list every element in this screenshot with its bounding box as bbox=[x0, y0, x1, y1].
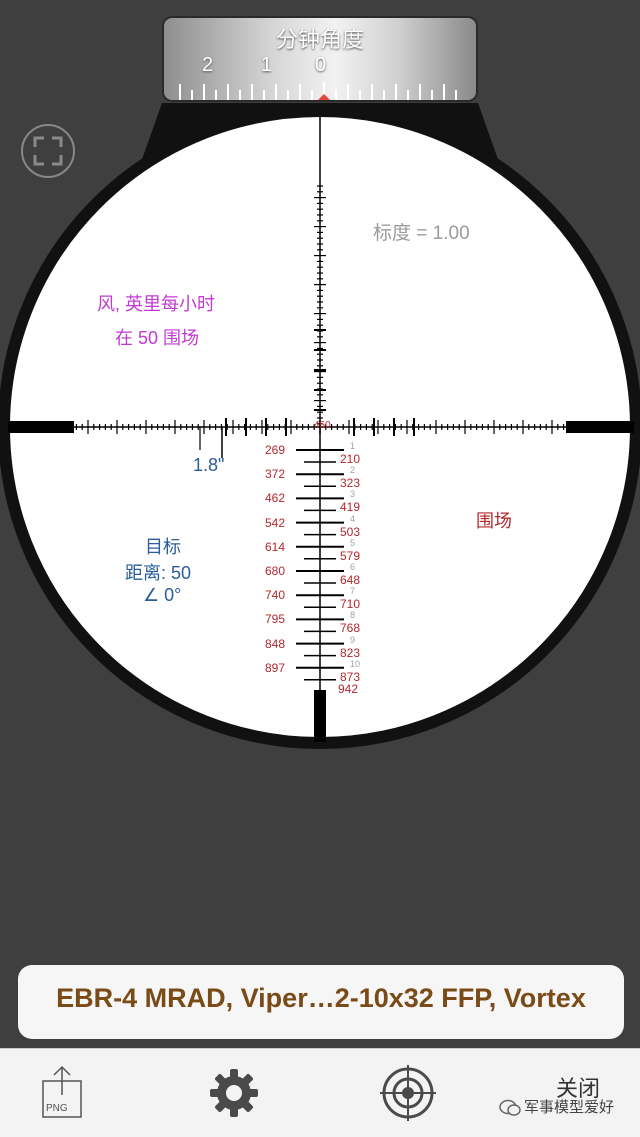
gear-icon bbox=[210, 1069, 258, 1117]
distance-label: 距离: 50 bbox=[125, 563, 192, 583]
target-label: 目标 bbox=[145, 537, 181, 557]
mil-mark-label: 8 bbox=[350, 610, 356, 621]
mil-mark-label: 3 bbox=[350, 489, 356, 500]
range-bottom-label: 942 bbox=[338, 682, 359, 696]
mil-mark-label: 10 bbox=[350, 658, 361, 669]
mil-mark-label: 6 bbox=[350, 562, 356, 572]
mil-mark-label: 5 bbox=[350, 537, 356, 548]
range-right-label: 823 bbox=[340, 645, 361, 660]
mil-mark-label: 4 bbox=[350, 513, 356, 524]
range-left-label: 542 bbox=[265, 515, 286, 530]
range-unit-label: 围场 bbox=[476, 511, 512, 531]
angle-label: ∠ 0° bbox=[143, 585, 182, 605]
holdover-label: 1.8" bbox=[193, 455, 225, 475]
range-left-label: 740 bbox=[265, 588, 286, 603]
range-right-label: 710 bbox=[340, 597, 361, 612]
range-top-label: 450 bbox=[314, 420, 331, 431]
range-left-label: 462 bbox=[265, 491, 286, 506]
mil-mark-label: 2 bbox=[350, 465, 356, 476]
wechat-icon bbox=[499, 1099, 521, 1117]
wind-label: 风, 英里每小时 bbox=[97, 294, 216, 314]
range-right-label: 503 bbox=[340, 524, 361, 539]
range-right-label: 323 bbox=[340, 476, 361, 491]
reticle-button[interactable] bbox=[380, 1065, 436, 1121]
range-right-label: 768 bbox=[340, 621, 361, 636]
range-left-label: 680 bbox=[265, 564, 286, 578]
range-left-label: 848 bbox=[265, 636, 286, 651]
range-right-label: 579 bbox=[340, 548, 361, 563]
export-png-button[interactable]: PNG bbox=[40, 1065, 84, 1119]
range-left-label: 372 bbox=[265, 467, 286, 482]
range-right-label: 873 bbox=[340, 669, 361, 684]
scope-model-name: EBR-4 MRAD, Viper…2-10x32 FFP, Vortex bbox=[56, 983, 586, 1013]
mil-mark-label: 1 bbox=[350, 441, 356, 451]
range-left-label: 614 bbox=[265, 539, 286, 554]
export-png-label: PNG bbox=[46, 1103, 68, 1114]
bottom-toolbar: PNG 关闭 bbox=[0, 1048, 640, 1137]
mil-mark-label: 9 bbox=[350, 634, 356, 645]
range-left-label: 795 bbox=[265, 612, 286, 627]
settings-button[interactable] bbox=[208, 1067, 260, 1119]
mil-mark-label: 7 bbox=[350, 586, 356, 597]
range-right-label: 648 bbox=[340, 573, 361, 587]
target-icon bbox=[380, 1065, 436, 1121]
range-left-label: 897 bbox=[265, 660, 286, 675]
scope-view bbox=[0, 103, 640, 749]
mil-value-label: 标度 = 1.00 bbox=[373, 223, 470, 244]
scope-model-selector[interactable]: EBR-4 MRAD, Viper…2-10x32 FFP, Vortex bbox=[18, 965, 624, 1039]
range-right-label: 210 bbox=[340, 452, 361, 466]
range-left-label: 269 bbox=[265, 443, 286, 457]
range-right-label: 419 bbox=[340, 500, 361, 515]
watermark-text: 军事模型爱好 bbox=[524, 1099, 615, 1116]
wind-range-label: 在 50 围场 bbox=[115, 328, 200, 348]
